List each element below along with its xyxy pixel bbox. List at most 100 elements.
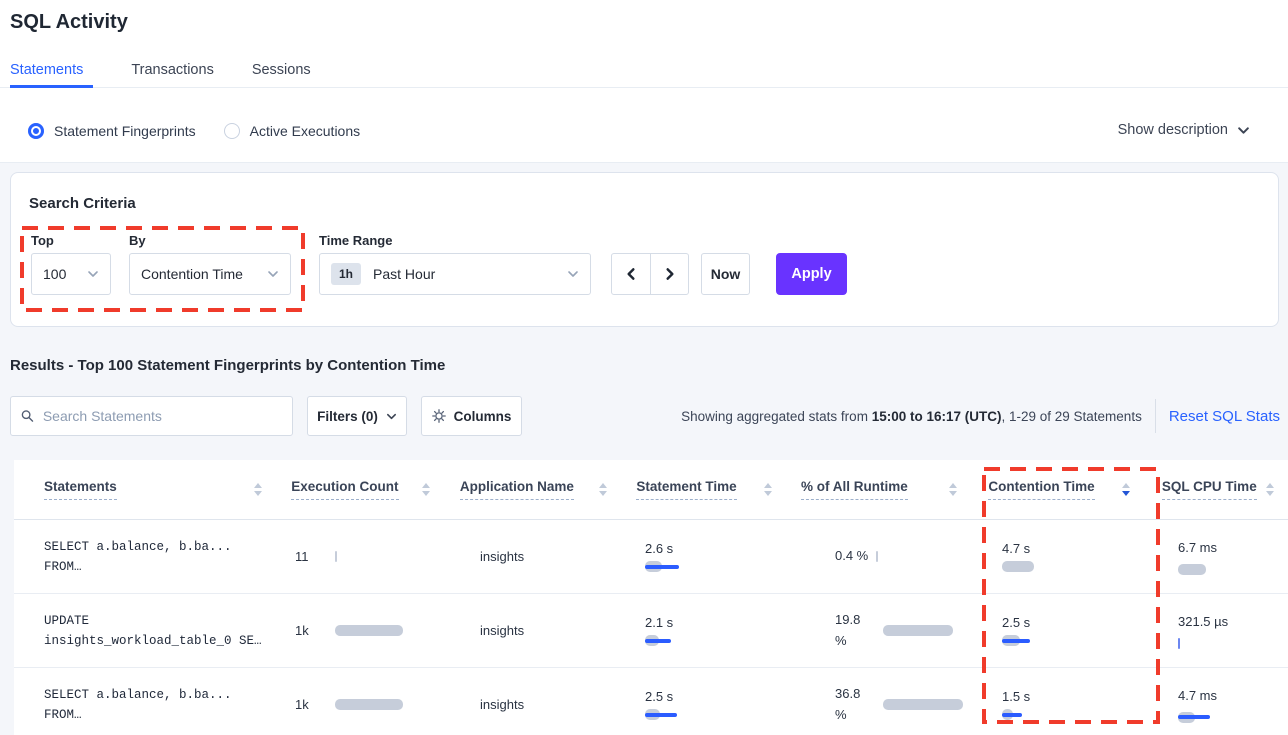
tab-transactions[interactable]: Transactions [131,56,213,88]
time-range-label: Time Range [319,233,392,248]
stats-prefix: Showing aggregated stats from [681,409,872,424]
top-label: Top [31,233,54,248]
pct-runtime-cell: 36.8 % [797,684,985,724]
execution-count-value: 1k [295,623,335,638]
pct-runtime-bar [883,699,963,711]
top-select-value: 100 [43,266,87,282]
filters-button[interactable]: Filters (0) [307,396,407,436]
column-label: Application Name [460,479,574,500]
sql-cpu-time-cell: 4.7 ms [1160,686,1288,723]
sort-icon[interactable] [949,483,957,496]
sort-icon[interactable] [1266,483,1274,496]
time-range-select[interactable]: 1h Past Hour [319,253,591,295]
execution-count-bar [335,551,337,563]
column-header-sql-cpu-time[interactable]: SQL CPU Time [1144,479,1288,500]
radio-active-executions[interactable] [224,123,240,139]
sql-cpu-time-cell: 6.7 ms [1160,538,1288,575]
show-description-label: Show description [1118,122,1228,138]
radio-statement-fingerprints[interactable] [28,123,44,139]
sql-cpu-time-bar [1178,711,1195,723]
statement-fingerprint-link[interactable]: SELECT a.balance, b.ba...FROM… [14,537,280,577]
sql-cpu-time-cell: 321.5 µs [1160,612,1288,649]
chevron-down-icon [87,268,99,280]
page-title: SQL Activity [10,11,128,34]
pct-runtime-cell: 19.8 % [797,610,985,650]
contention-time-bar [1002,561,1034,573]
by-select[interactable]: Contention Time [129,253,291,295]
time-range-arrows [611,253,689,295]
page-header: SQL Activity Statements Transactions Ses… [0,0,1288,163]
time-range-value: Past Hour [373,266,567,282]
columns-label: Columns [454,409,512,424]
sql-cpu-time-value: 4.7 ms [1178,686,1217,706]
execution-count-cell: 1k [280,623,450,638]
sort-icon[interactable] [422,483,430,496]
statement-fingerprint-link[interactable]: SELECT a.balance, b.ba...FROM… [14,685,280,725]
columns-button[interactable]: Columns [421,396,522,436]
tab-sessions[interactable]: Sessions [252,56,311,88]
apply-button[interactable]: Apply [776,253,847,295]
chevron-left-icon [624,267,638,281]
chevron-right-icon [663,267,677,281]
chevron-down-icon [1237,124,1250,137]
stats-time-range: 15:00 to 16:17 (UTC) [872,409,1002,424]
top-select[interactable]: 100 [31,253,111,295]
column-header-statement-time[interactable]: Statement Time [621,479,786,500]
show-description-toggle[interactable]: Show description [1118,122,1250,138]
statement-line-1: UPDATE [44,611,280,631]
column-header-pct-runtime[interactable]: % of All Runtime [786,479,971,500]
contention-time-bar [1002,709,1013,721]
sort-icon[interactable] [1122,483,1130,496]
sort-icon[interactable] [599,483,607,496]
statement-line-1: SELECT a.balance, b.ba... [44,685,280,705]
previous-time-range-button[interactable] [612,254,650,294]
column-header-execution-count[interactable]: Execution Count [276,479,444,500]
sort-icon[interactable] [764,483,772,496]
column-label: Contention Time [988,479,1094,500]
sql-cpu-time-bar [1178,563,1206,575]
aggregated-stats-text: Showing aggregated stats from 15:00 to 1… [681,409,1142,424]
gear-icon [432,409,446,423]
pct-runtime-bar [876,550,878,562]
next-time-range-button[interactable] [650,254,688,294]
table-row: SELECT a.balance, b.ba...FROM… 11 insigh… [14,520,1288,594]
view-mode-row: Statement Fingerprints Active Executions [28,119,360,143]
now-button[interactable]: Now [701,253,750,295]
contention-time-value: 1.5 s [1002,689,1030,704]
sql-cpu-time-value: 321.5 µs [1178,612,1228,632]
reset-sql-stats-link[interactable]: Reset SQL Stats [1169,408,1280,425]
stats-suffix: , 1-29 of 29 Statements [1001,409,1141,424]
execution-count-value: 1k [295,697,335,712]
application-name-cell: insights [450,697,630,712]
table-header-row: Statements Execution Count Application N… [14,460,1288,520]
statement-time-value: 2.6 s [645,541,673,556]
column-label: Statements [44,479,117,500]
chevron-down-icon [386,411,397,422]
contention-time-cell: 4.7 s [985,541,1160,573]
statement-line-2: insights_workload_table_0 SE… [44,631,280,651]
statement-fingerprint-link[interactable]: UPDATEinsights_workload_table_0 SE… [14,611,280,651]
statement-time-cell: 2.5 s [630,689,797,721]
results-heading: Results - Top 100 Statement Fingerprints… [10,357,445,374]
column-header-contention-time[interactable]: Contention Time [971,479,1144,500]
tab-statements[interactable]: Statements [10,56,93,88]
chevron-down-icon [267,268,279,280]
statement-line-1: SELECT a.balance, b.ba... [44,537,280,557]
sql-cpu-time-bar [1178,637,1180,649]
contention-time-value: 4.7 s [1002,541,1030,556]
sql-activity-page: { "page": {"title": "SQL Activity"}, "ta… [0,0,1288,735]
sort-icon[interactable] [254,483,262,496]
search-criteria-panel: Search Criteria Top By Time Range 100 Co… [10,172,1279,327]
column-header-application-name[interactable]: Application Name [444,479,621,500]
statement-time-value: 2.1 s [645,615,673,630]
pct-runtime-value: 19.8 % [835,610,875,650]
sql-cpu-time-value: 6.7 ms [1178,538,1217,558]
statements-table: Statements Execution Count Application N… [14,460,1288,735]
search-statements-input[interactable] [43,408,282,424]
pct-runtime-value: 36.8 % [835,684,875,724]
statement-time-cell: 2.6 s [630,541,797,573]
execution-count-value: 11 [295,549,335,564]
radio-label-statement-fingerprints: Statement Fingerprints [54,123,196,139]
column-header-statements[interactable]: Statements [14,479,276,500]
statement-time-value: 2.5 s [645,689,673,704]
